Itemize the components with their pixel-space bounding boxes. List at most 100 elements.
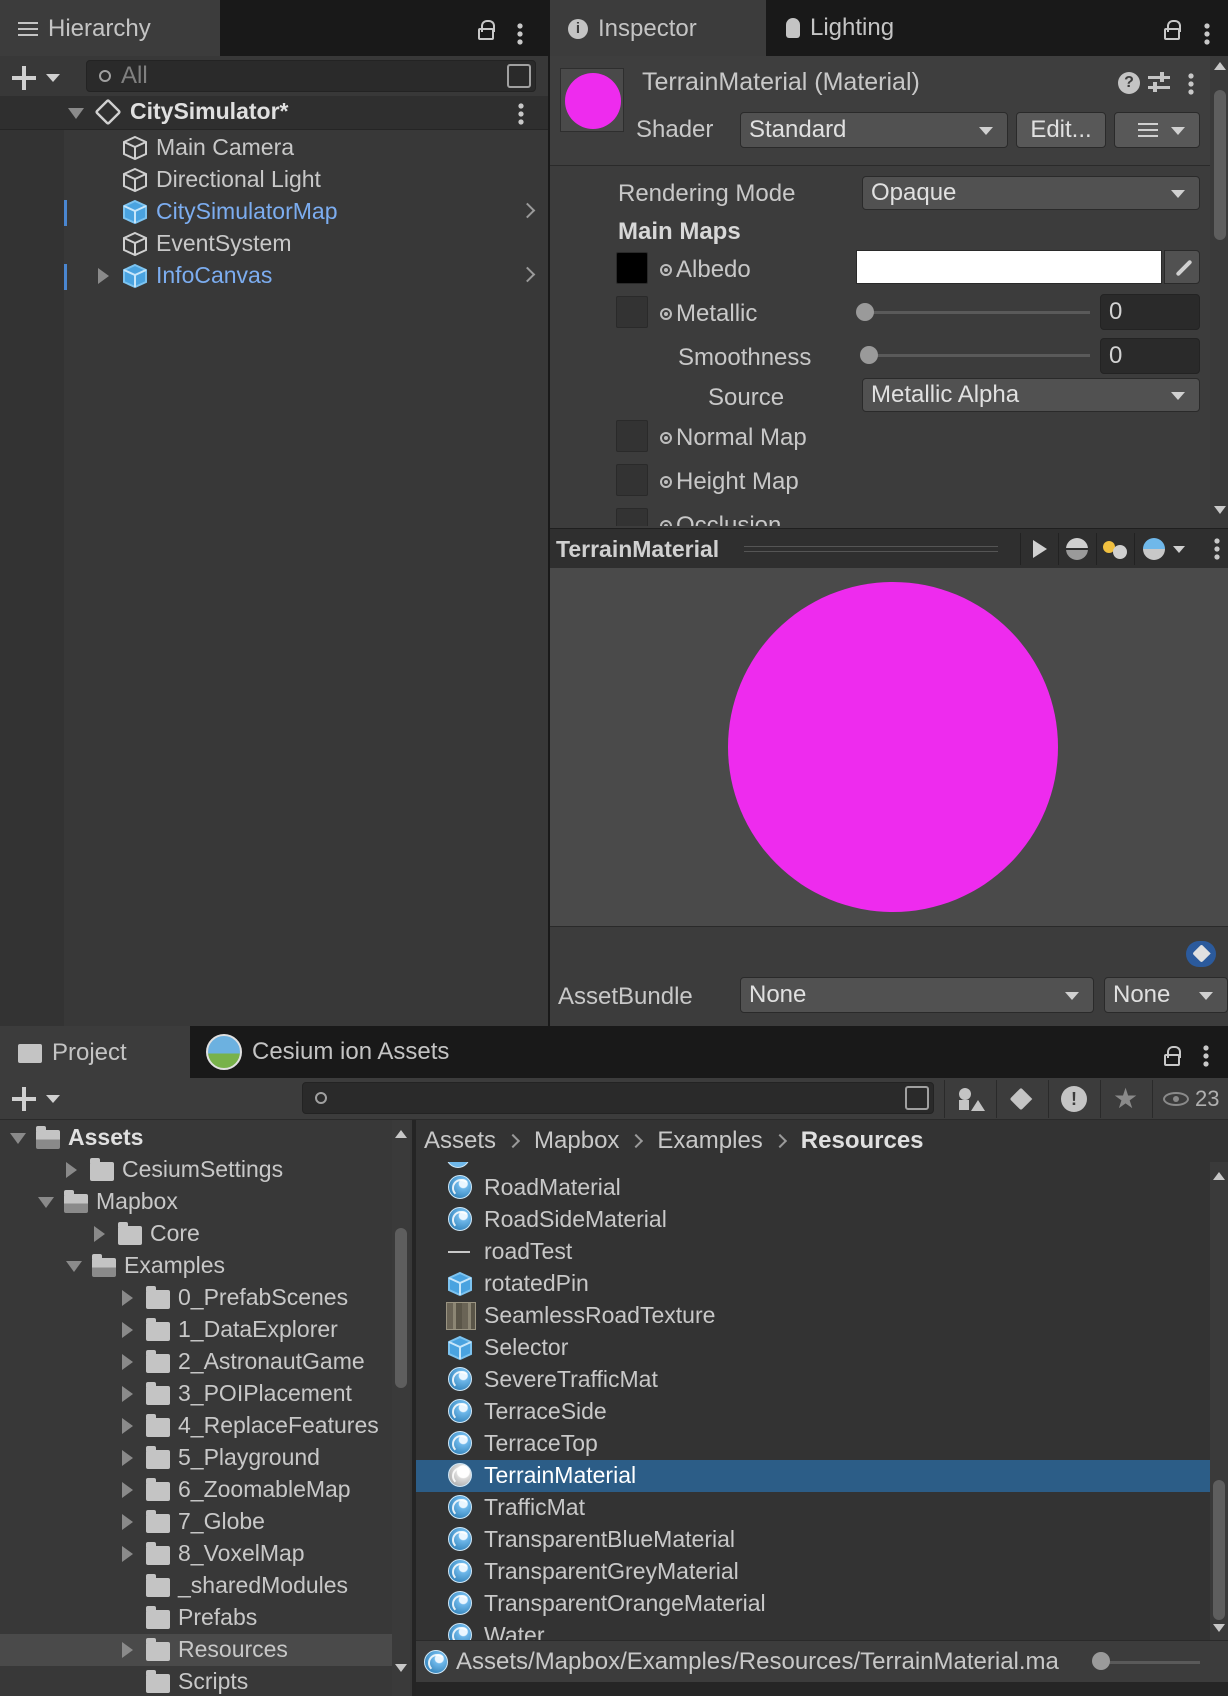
albedo-picker-icon[interactable] bbox=[660, 264, 672, 276]
normal-map-picker-icon[interactable] bbox=[660, 432, 672, 444]
occlusion-texture-slot[interactable] bbox=[616, 508, 648, 526]
hierarchy-item[interactable]: Directional Light bbox=[0, 164, 548, 196]
file-list-item[interactable]: TransparentOrangeMaterial bbox=[416, 1588, 1210, 1620]
hierarchy-add-button[interactable] bbox=[12, 64, 64, 94]
metallic-slider-track[interactable] bbox=[868, 311, 1090, 314]
shader-edit-button[interactable]: Edit... bbox=[1016, 112, 1106, 148]
expand-arrow-icon[interactable] bbox=[94, 1226, 105, 1242]
source-dropdown[interactable]: Metallic Alpha bbox=[862, 378, 1200, 412]
file-list-item[interactable]: rotatedPin bbox=[416, 1268, 1210, 1300]
expand-arrow-icon[interactable] bbox=[122, 1386, 133, 1402]
tab-inspector[interactable]: i Inspector bbox=[550, 0, 766, 56]
filter-by-type-icon[interactable] bbox=[944, 1080, 994, 1118]
file-list-item[interactable]: roadTest bbox=[416, 1236, 1210, 1268]
eyedropper-icon[interactable] bbox=[1164, 250, 1200, 284]
file-list-item[interactable]: RoadMaterial bbox=[416, 1172, 1210, 1204]
project-search-input[interactable] bbox=[302, 1082, 934, 1114]
smoothness-slider-track[interactable] bbox=[872, 354, 1090, 357]
hierarchy-scene-header[interactable]: CitySimulator* bbox=[0, 96, 548, 130]
tab-cesium-ion[interactable]: Cesium ion Assets bbox=[192, 1026, 492, 1078]
file-list-item[interactable]: SeamlessRoadTexture bbox=[416, 1300, 1210, 1332]
project-menu-icon[interactable] bbox=[1203, 1044, 1209, 1068]
expand-arrow-icon[interactable] bbox=[122, 1546, 133, 1562]
preview-menu-icon[interactable] bbox=[1214, 537, 1220, 561]
folder-tree-item[interactable]: Assets bbox=[0, 1122, 392, 1154]
presets-icon[interactable] bbox=[1148, 72, 1170, 94]
folder-tree-item[interactable]: CesiumSettings bbox=[0, 1154, 392, 1186]
project-add-button[interactable] bbox=[12, 1086, 64, 1116]
favorites-star-icon[interactable]: ★ bbox=[1100, 1080, 1150, 1118]
file-list-item[interactable]: TransparentBlueMaterial bbox=[416, 1524, 1210, 1556]
folder-tree-item[interactable]: 7_Globe bbox=[0, 1506, 392, 1538]
expand-arrow-icon[interactable] bbox=[122, 1322, 133, 1338]
inspector-scrollbar[interactable] bbox=[1210, 56, 1228, 528]
file-list-item[interactable]: SevereTrafficMat bbox=[416, 1364, 1210, 1396]
expand-arrow-icon[interactable] bbox=[122, 1642, 133, 1658]
icon-size-slider-track[interactable] bbox=[1096, 1661, 1200, 1664]
folder-tree-item[interactable]: Scripts bbox=[0, 1666, 392, 1696]
normal-map-texture-slot[interactable] bbox=[616, 420, 648, 452]
breadcrumb-item[interactable]: Mapbox bbox=[534, 1127, 619, 1155]
file-list-item[interactable]: RoadSideMaterial bbox=[416, 1204, 1210, 1236]
file-list-item[interactable]: TerraceTop bbox=[416, 1428, 1210, 1460]
occlusion-picker-icon[interactable] bbox=[660, 520, 672, 526]
folder-tree-item[interactable]: Mapbox bbox=[0, 1186, 392, 1218]
project-lock-icon[interactable] bbox=[1164, 1046, 1181, 1066]
assetbundle-variant-dropdown[interactable]: None bbox=[1104, 977, 1228, 1013]
folder-tree-item[interactable]: 1_DataExplorer bbox=[0, 1314, 392, 1346]
open-prefab-chevron-icon[interactable] bbox=[519, 266, 536, 283]
shader-options-button[interactable] bbox=[1114, 112, 1200, 148]
file-list-item[interactable]: Water bbox=[416, 1620, 1210, 1640]
hidden-packages-toggle[interactable]: 23 bbox=[1152, 1080, 1228, 1118]
shader-dropdown[interactable]: Standard bbox=[740, 112, 1008, 148]
metallic-value-field[interactable]: 0 bbox=[1100, 294, 1200, 330]
folder-tree-item[interactable]: Examples bbox=[0, 1250, 392, 1282]
open-prefab-chevron-icon[interactable] bbox=[519, 202, 536, 219]
albedo-color-field[interactable] bbox=[856, 250, 1162, 284]
preview-play-button[interactable] bbox=[1020, 533, 1056, 565]
hierarchy-item[interactable]: EventSystem bbox=[0, 228, 548, 260]
folder-tree-item[interactable]: 6_ZoomableMap bbox=[0, 1474, 392, 1506]
height-map-texture-slot[interactable] bbox=[616, 464, 648, 496]
filter-by-label-icon[interactable] bbox=[996, 1080, 1046, 1118]
breadcrumb-item[interactable]: Examples bbox=[657, 1127, 762, 1155]
scene-search-toggle-icon[interactable] bbox=[507, 64, 531, 88]
icon-size-slider-knob[interactable] bbox=[1092, 1652, 1110, 1670]
file-list-scroll-thumb[interactable] bbox=[1213, 1480, 1225, 1620]
folder-tree-item[interactable]: Resources bbox=[0, 1634, 392, 1666]
expand-arrow-icon[interactable] bbox=[122, 1354, 133, 1370]
smoothness-slider-knob[interactable] bbox=[860, 346, 878, 364]
file-list-item[interactable]: Selector bbox=[416, 1332, 1210, 1364]
height-map-picker-icon[interactable] bbox=[660, 476, 672, 488]
file-list-item[interactable]: TerrainMaterial bbox=[416, 1460, 1210, 1492]
log-filter-icon[interactable]: ! bbox=[1048, 1080, 1098, 1118]
collapse-arrow-icon[interactable] bbox=[66, 1261, 82, 1272]
label-tag-icon[interactable] bbox=[1186, 941, 1216, 967]
rendering-mode-dropdown[interactable]: Opaque bbox=[862, 176, 1200, 210]
metallic-picker-icon[interactable] bbox=[660, 308, 672, 320]
preview-drag-handle[interactable] bbox=[744, 546, 998, 552]
hierarchy-search-input[interactable]: All bbox=[86, 60, 536, 92]
hierarchy-menu-icon[interactable] bbox=[517, 22, 523, 46]
project-search-toggle-icon[interactable] bbox=[905, 1086, 929, 1110]
preview-mesh-icon[interactable] bbox=[1058, 533, 1094, 565]
material-preview-area[interactable] bbox=[550, 568, 1228, 926]
tab-lighting[interactable]: Lighting bbox=[768, 0, 968, 56]
albedo-texture-slot[interactable] bbox=[616, 252, 648, 284]
folder-tree-item[interactable]: 8_VoxelMap bbox=[0, 1538, 392, 1570]
scene-expand-icon[interactable] bbox=[68, 108, 84, 119]
preview-lights-icon[interactable] bbox=[1096, 533, 1132, 565]
folder-tree-item[interactable]: 5_Playground bbox=[0, 1442, 392, 1474]
hierarchy-item[interactable]: CitySimulatorMap bbox=[0, 196, 548, 228]
expand-arrow-icon[interactable] bbox=[122, 1418, 133, 1434]
expand-arrow-icon[interactable] bbox=[122, 1514, 133, 1530]
file-list-item[interactable]: TrafficMat bbox=[416, 1492, 1210, 1524]
folder-tree-scroll-thumb[interactable] bbox=[395, 1228, 407, 1388]
collapse-arrow-icon[interactable] bbox=[10, 1133, 26, 1144]
folder-tree-item[interactable]: 0_PrefabScenes bbox=[0, 1282, 392, 1314]
folder-tree-item[interactable]: 3_POIPlacement bbox=[0, 1378, 392, 1410]
folder-tree-item[interactable]: Prefabs bbox=[0, 1602, 392, 1634]
hierarchy-item[interactable]: InfoCanvas bbox=[0, 260, 548, 292]
collapse-arrow-icon[interactable] bbox=[38, 1197, 54, 1208]
folder-tree-item[interactable]: 4_ReplaceFeatures bbox=[0, 1410, 392, 1442]
